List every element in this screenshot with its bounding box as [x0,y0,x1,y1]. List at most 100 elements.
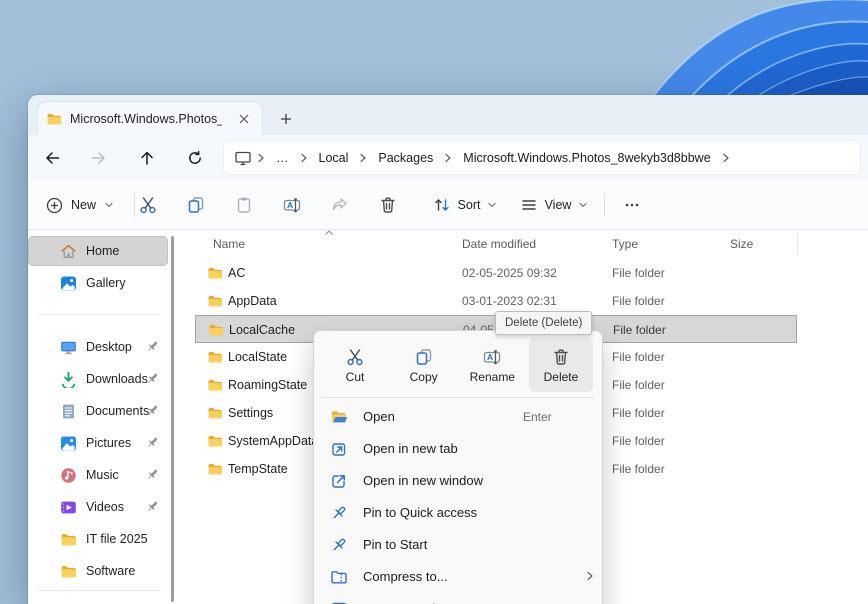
sidebar-item-it-file-2025[interactable]: IT file 2025 [28,524,168,554]
sidebar-item-music[interactable]: Music [28,460,168,490]
column-header-name[interactable]: Name [213,230,245,258]
wallpaper-bloom [538,0,868,100]
file-name: SystemAppData [228,427,318,455]
more-options-button[interactable] [612,188,652,222]
copy-icon [186,195,206,215]
menu-item-label: Compress to... [363,561,448,593]
tab-close-button[interactable] [234,109,254,129]
menu-item-shortcut: Ctrl+Shift+C [523,593,588,604]
file-name: TempState [228,455,288,483]
sidebar-item-label: Downloads [86,372,148,386]
gallery-icon [60,275,77,292]
column-header-size[interactable]: Size [730,230,753,258]
sidebar-item-downloads[interactable]: Downloads [28,364,168,394]
breadcrumb[interactable]: … Local Packages Microsoft.Windows.Photo… [224,141,860,174]
sidebar-item-label: Music [86,468,119,482]
menu-item-open-in-new-window[interactable]: Open in new window [319,465,597,497]
tab-title: Microsoft.Windows.Photos_8w [70,112,222,126]
sidebar-item-videos[interactable]: Videos [28,492,168,522]
chevron-right-icon [297,151,311,165]
sort-icon [433,196,451,214]
menu-item-open-in-new-tab[interactable]: Open in new tab [319,433,597,465]
breadcrumb-item-current[interactable]: Microsoft.Windows.Photos_8wekyb3d8bbwe [457,151,716,165]
new-tab-button[interactable] [274,107,298,131]
breadcrumb-item-packages[interactable]: Packages [372,151,439,165]
column-header-date[interactable]: Date modified [462,230,536,258]
sidebar-separator [38,590,160,591]
chevron-down-icon [487,200,497,210]
sidebar-item-label: Desktop [86,340,132,354]
back-button[interactable] [36,142,68,174]
more-options-icon [623,196,641,214]
sidebar-item-pictures[interactable]: Pictures [28,428,168,458]
menu-item-open[interactable]: Open Enter [319,401,597,433]
menu-item-label: Pin to Quick access [363,497,477,529]
column-header-type[interactable]: Type [612,230,638,258]
sidebar-item-documents[interactable]: Documents [28,396,168,426]
pin-icon [330,536,348,554]
navigation-bar: … Local Packages Microsoft.Windows.Photo… [28,135,868,180]
pin-icon [330,504,348,522]
menu-item-label: Open [363,401,395,433]
sidebar-item-label: Software [86,564,135,578]
new-button[interactable]: New [36,188,126,222]
menu-item-compress-to[interactable]: Compress to... [319,561,597,593]
svg-text:A: A [487,352,493,362]
sidebar-item-home[interactable]: Home [28,236,168,266]
delete-button[interactable] [368,188,408,222]
file-type: File folder [612,455,665,483]
view-button[interactable]: View [514,188,594,222]
pin-icon [145,467,160,482]
file-name: AC [228,259,245,287]
toolbar-separator [604,193,605,217]
new-button-label: New [71,198,96,212]
quick-actions: Cut Copy A Rename Delete [319,336,597,394]
quick-action-label: Cut [346,370,365,384]
file-row[interactable]: AC 02-05-2025 09:32 File folder [195,259,797,287]
forward-button[interactable] [83,142,115,174]
menu-item-copy-as-path[interactable]: Copy as path Ctrl+Shift+C [319,593,597,604]
up-button[interactable] [131,142,163,174]
file-type: File folder [612,427,665,455]
sort-button[interactable]: Sort [426,188,504,222]
breadcrumb-ellipsis[interactable]: … [270,151,295,165]
sidebar-item-label: Gallery [86,276,126,290]
copy-button[interactable] [176,188,216,222]
file-type: File folder [612,287,665,315]
sidebar-item-desktop[interactable]: Desktop [28,332,168,362]
context-copy-button[interactable]: Copy [392,338,456,392]
desktop: Microsoft.Windows.Photos_8w [0,0,868,604]
share-button[interactable] [320,188,360,222]
column-divider[interactable] [797,233,798,255]
rename-icon: A [282,195,302,215]
compress-zip-icon [330,568,348,586]
context-delete-button[interactable]: Delete [529,338,593,392]
sidebar-item-label: Documents [86,404,149,418]
folder-icon [207,349,223,365]
refresh-button[interactable] [179,142,211,174]
pin-icon [145,403,160,418]
cut-button[interactable] [128,188,168,222]
paste-button[interactable] [224,188,264,222]
chevron-down-icon [578,200,588,210]
breadcrumb-item-local[interactable]: Local [313,151,355,165]
menu-item-pin-to-start[interactable]: Pin to Start [319,529,597,561]
rename-button[interactable]: A [272,188,312,222]
chevron-right-icon [356,151,370,165]
sidebar-scrollbar[interactable] [171,236,174,602]
forward-icon [90,149,108,167]
context-cut-button[interactable]: Cut [323,338,387,392]
file-type: File folder [612,259,665,287]
up-icon [138,149,156,167]
this-pc-icon [234,149,252,167]
menu-item-pin-to-quick-access[interactable]: Pin to Quick access [319,497,597,529]
chevron-right-icon [441,151,455,165]
music-icon [60,467,77,484]
sidebar-item-software[interactable]: Software [28,556,168,586]
trash-icon [551,347,571,367]
sidebar-item-gallery[interactable]: Gallery [28,268,168,298]
explorer-tab[interactable]: Microsoft.Windows.Photos_8w [38,102,262,135]
context-rename-button[interactable]: A Rename [460,338,524,392]
file-name: LocalState [228,343,287,371]
folder-icon [46,111,62,127]
